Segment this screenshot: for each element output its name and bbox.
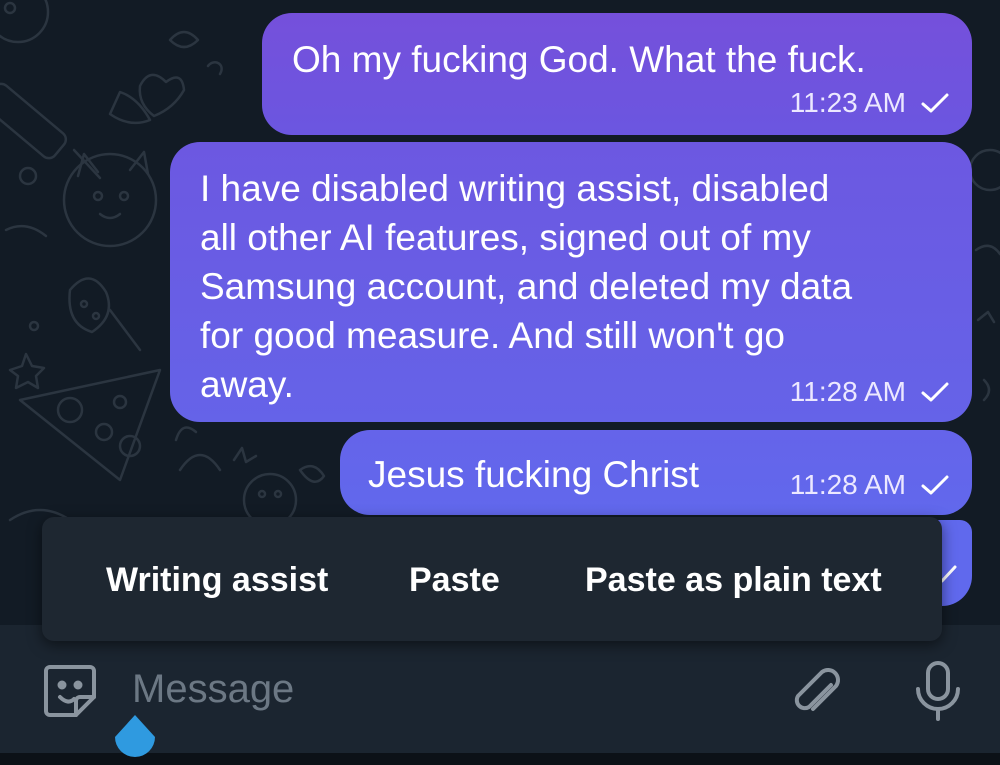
message-bubble[interactable]: Jesus fucking Christ 11:28 AM (340, 430, 972, 515)
microphone-icon[interactable] (910, 659, 966, 725)
message-time: 11:28 AM (789, 469, 906, 500)
message-text: I have disabled writing assist, disabled… (200, 168, 853, 405)
message-bubble[interactable]: Oh my fucking God. What the fuck. 11:23 … (262, 13, 972, 135)
message-meta: 11:23 AM (790, 87, 950, 119)
check-icon (921, 475, 949, 495)
message-time: 11:28 AM (789, 376, 906, 407)
message-meta: 11:28 AM (790, 469, 950, 501)
context-menu: Writing assist Paste Paste as plain text (42, 517, 942, 641)
message-time: 11:23 AM (789, 87, 906, 118)
menu-item-paste-plain-text[interactable]: Paste as plain text (585, 561, 882, 600)
check-icon (921, 93, 949, 113)
message-input[interactable]: Message (132, 667, 294, 712)
menu-item-paste[interactable]: Paste (409, 561, 500, 600)
menu-item-writing-assist[interactable]: Writing assist (106, 561, 328, 600)
message-text: Oh my fucking God. What the fuck. (292, 39, 866, 80)
message-meta: 11:28 AM (790, 376, 950, 408)
text-cursor-handle[interactable] (107, 713, 163, 765)
message-text: Jesus fucking Christ (368, 454, 700, 495)
message-bubble[interactable]: I have disabled writing assist, disabled… (170, 142, 972, 422)
sticker-icon[interactable] (38, 659, 102, 723)
paperclip-icon[interactable] (785, 663, 845, 723)
check-icon (921, 382, 949, 402)
